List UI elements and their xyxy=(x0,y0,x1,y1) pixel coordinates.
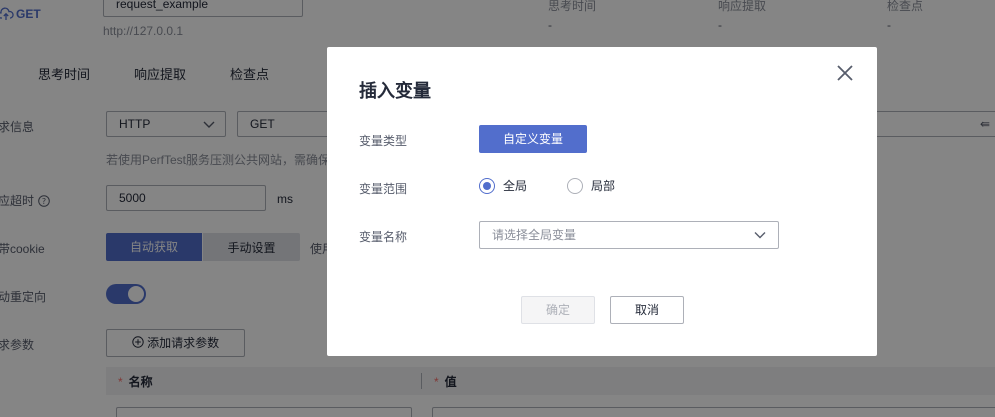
custom-variable-button[interactable]: 自定义变量 xyxy=(479,125,587,153)
radio-unchecked-icon xyxy=(567,177,583,194)
dialog-title: 插入变量 xyxy=(359,81,431,101)
insert-variable-dialog: 插入变量 变量类型 自定义变量 变量范围 全局 局部 变量名称 请选择全局变量 … xyxy=(327,47,877,356)
confirm-button[interactable]: 确定 xyxy=(521,296,595,324)
scope-global-radio[interactable]: 全局 xyxy=(479,177,527,194)
scope-local-radio[interactable]: 局部 xyxy=(567,177,615,194)
scope-local-label: 局部 xyxy=(591,179,616,193)
chevron-down-icon xyxy=(754,232,766,239)
radio-checked-icon xyxy=(479,177,495,194)
close-icon[interactable] xyxy=(835,63,855,83)
variable-name-placeholder: 请选择全局变量 xyxy=(492,228,577,242)
scope-global-label: 全局 xyxy=(503,179,528,193)
cancel-button[interactable]: 取消 xyxy=(610,296,684,324)
variable-scope-label: 变量范围 xyxy=(359,182,408,196)
variable-type-label: 变量类型 xyxy=(359,134,408,148)
variable-name-select[interactable]: 请选择全局变量 xyxy=(479,221,779,249)
variable-name-label: 变量名称 xyxy=(359,230,408,244)
